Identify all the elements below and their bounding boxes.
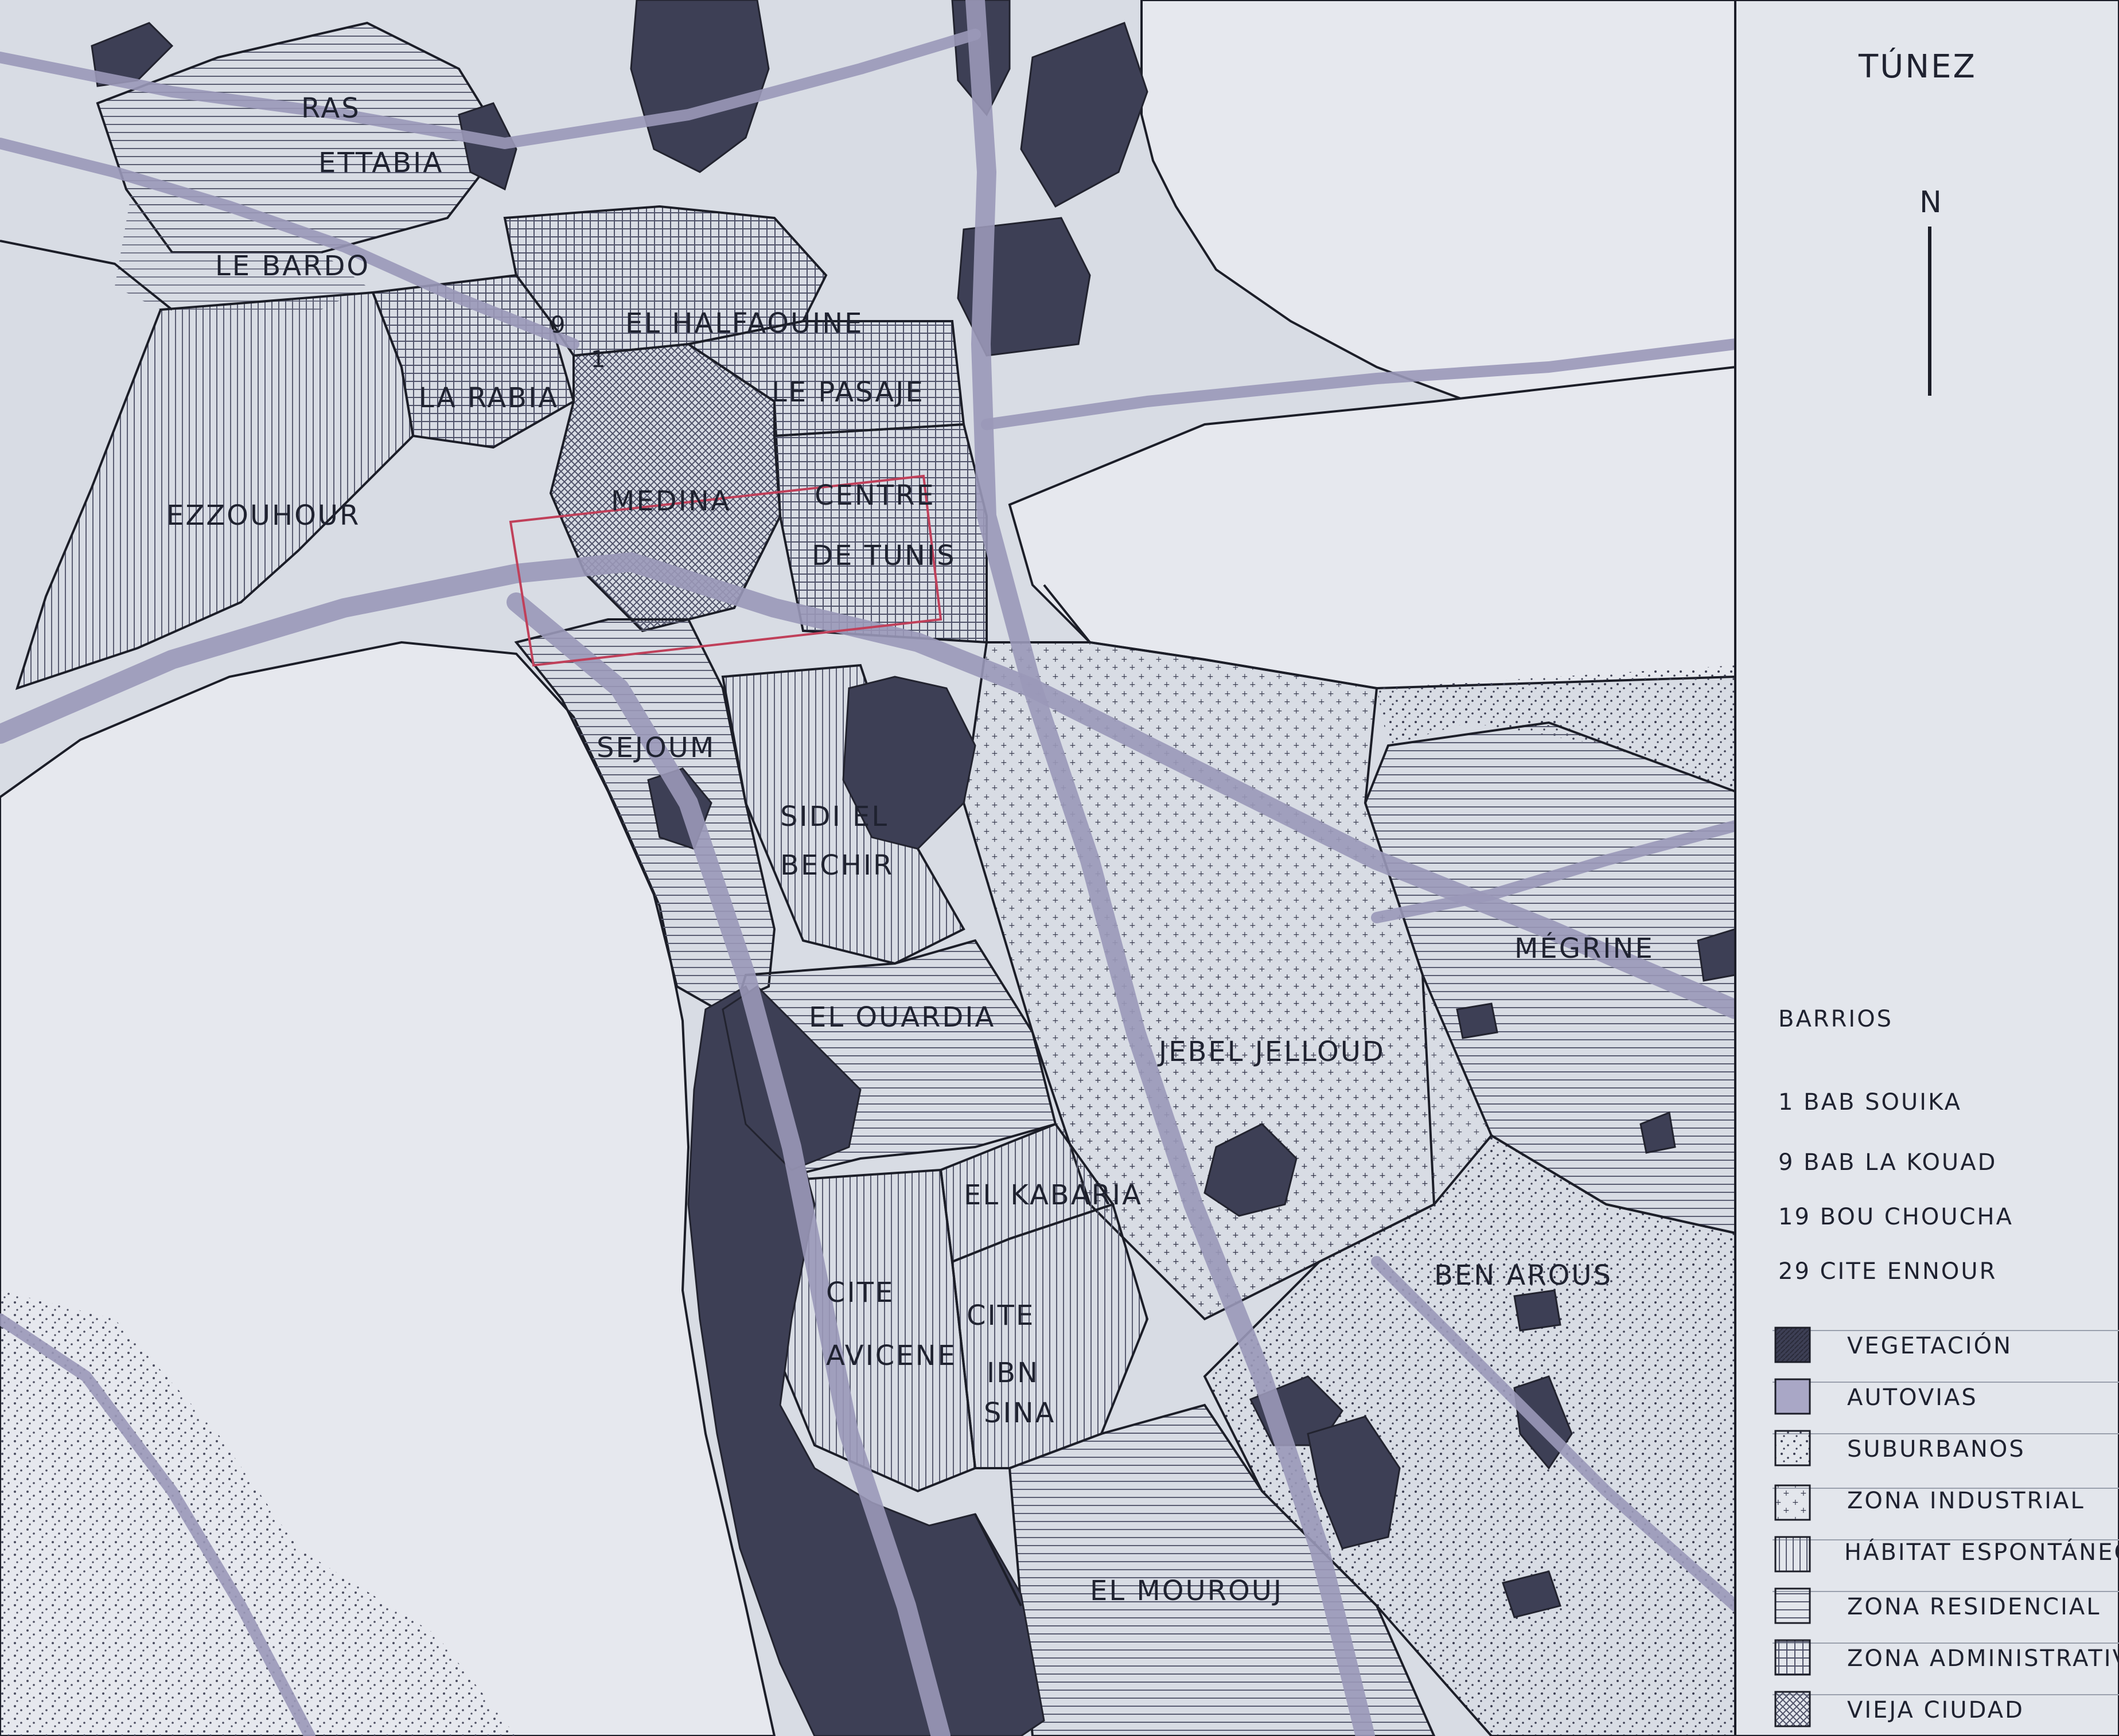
legend-swatch-residential [1774, 1587, 1811, 1624]
label-sidi-2: BECHIR [780, 849, 894, 881]
label-megrine: MÉGRINE [1514, 932, 1654, 965]
label-cite-avicene-2: AVICENE [826, 1340, 957, 1372]
barrio-item: 1 BAB SOUIKA [1778, 1089, 1962, 1115]
vegetation-benarous-1 [1513, 1289, 1561, 1332]
barrio-item: 29 CITE ENNOUR [1778, 1258, 1997, 1285]
label-centre-1: CENTRE [815, 479, 936, 512]
legend-label: VIEJA CIUDAD [1847, 1697, 2024, 1723]
label-ras-ettabia-2: ETTABIA [318, 147, 443, 179]
legend-swatch-spontaneous [1774, 1536, 1811, 1573]
tunis-map: + + [0, 0, 2119, 1736]
legend-swatch-administrative [1774, 1639, 1811, 1676]
label-cite-ibn-3: SINA [984, 1397, 1055, 1429]
label-el-kabaria: EL KABARIA [964, 1179, 1143, 1211]
label-jebel-jelloud: JEBEL JELLOUD [1157, 1036, 1385, 1068]
legend-swatch-suburban [1774, 1430, 1811, 1466]
legend-label: ZONA RESIDENCIAL [1847, 1594, 2101, 1620]
label-sejoum: SEJOUM [597, 732, 715, 764]
label-marker-9: 9 [551, 312, 567, 338]
legend-swatch-highways [1774, 1378, 1811, 1415]
legend-swatch-old-city [1774, 1691, 1811, 1727]
legend-label: ZONA INDUSTRIAL [1847, 1488, 2085, 1514]
legend-label: ZONA ADMINISTRATIVA [1847, 1645, 2119, 1672]
vegetation-megrine-2 [1456, 1002, 1498, 1039]
label-cite-avicene-1: CITE [826, 1277, 894, 1309]
label-cite-ibn-1: CITE [967, 1300, 1035, 1332]
legend-panel [1734, 0, 2119, 1736]
legend-swatch-vegetation [1774, 1327, 1811, 1363]
label-medina: MEDINA [611, 485, 731, 517]
label-cite-ibn-2: IBN [987, 1357, 1039, 1389]
label-centre-2: DE TUNIS [812, 540, 956, 572]
label-ben-arous: BEN AROUS [1434, 1259, 1612, 1292]
label-le-bardo: LE BARDO [215, 250, 370, 282]
label-ezzouhour: EZZOUHOUR [166, 500, 360, 532]
barrios-title: BARRIOS [1778, 1006, 1893, 1032]
legend-label: AUTOVIAS [1847, 1384, 1978, 1411]
legend-swatch-industrial [1774, 1484, 1811, 1521]
label-el-mourouj: EL MOUROUJ [1090, 1575, 1283, 1607]
map-title: TÚNEZ [1858, 48, 1977, 85]
north-label: N [1919, 185, 1943, 220]
barrio-item: 9 BAB LA KOUAD [1778, 1149, 1997, 1176]
label-ras-ettabia-1: RAS [301, 92, 361, 124]
label-marker-1: 1 [591, 346, 607, 373]
barrio-item: 19 BOU CHOUCHA [1778, 1204, 2013, 1230]
legend-label: VEGETACIÓN [1847, 1332, 2012, 1359]
label-el-ouardia: EL OUARDIA [809, 1001, 995, 1033]
legend-label: SUBURBANOS [1847, 1436, 2025, 1462]
label-le-pasaje: LE PASAJE [772, 376, 925, 408]
label-el-halfaouine: EL HALFAOUINE [625, 307, 864, 340]
legend-label: HÁBITAT ESPONTÁNEO [1844, 1538, 2119, 1566]
label-sidi-1: SIDI EL [780, 801, 889, 833]
label-la-rabia: LA RABIA [419, 382, 559, 414]
